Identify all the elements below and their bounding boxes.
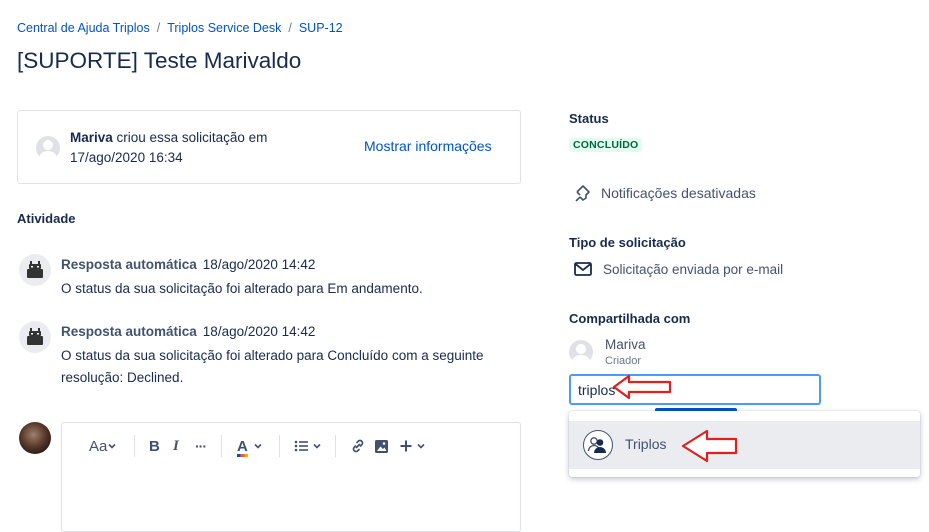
breadcrumb-help-center[interactable]: Central de Ajuda Triplos [17,21,150,35]
share-search-input[interactable] [569,374,821,405]
comment-editor[interactable]: Aa B I ··· A [61,422,521,532]
chevron-down-icon [254,443,262,449]
chevron-down-icon [313,443,321,449]
page-title: [SUPORTE] Teste Marivaldo [17,48,302,73]
creator-text: Mariva criou essa solicitação em 17/ago/… [70,128,300,168]
bot-icon [27,328,43,345]
notifications-label: Notificações desativadas [601,185,756,201]
chevron-down-icon [417,443,425,449]
activity-title: Atividade [17,211,76,226]
request-info-card: Mariva criou essa solicitação em 17/ago/… [17,110,521,184]
share-suggestions-dropdown: Triplos [569,411,920,477]
suggestion-label: Triplos [625,436,667,452]
activity-message: O status da sua solicitação foi alterado… [61,281,423,296]
link-button[interactable] [350,435,366,457]
activity-time: 18/ago/2020 14:42 [202,324,316,339]
text-style-button[interactable]: Aa [89,435,117,457]
activity-avatar [19,321,51,353]
shared-user-name: Mariva [605,337,646,352]
notifications-toggle[interactable]: Notificações desativadas [574,184,756,202]
user-avatar[interactable] [19,422,51,454]
shared-with-title: Compartilhada com [569,311,691,326]
status-title: Status [569,111,609,126]
activity-author: Resposta automática [61,324,197,339]
activity-time: 18/ago/2020 14:42 [202,257,316,272]
activity-author: Resposta automática [61,257,197,272]
annotation-arrow-icon [681,429,738,463]
activity-entry-header: Resposta automática 18/ago/2020 14:42 [61,324,315,339]
request-type-row: Solicitação enviada por e-mail [574,262,783,277]
created-date: 17/ago/2020 16:34 [70,150,183,165]
shared-user-avatar [569,340,593,364]
more-formatting-button[interactable]: ··· [195,435,207,457]
created-text: criou essa solicitação em [116,130,268,145]
italic-button[interactable]: I [173,435,179,457]
request-type-value: Solicitação enviada por e-mail [603,262,784,277]
email-icon [574,262,592,276]
list-button[interactable] [294,435,323,457]
insert-button[interactable] [399,435,427,457]
annotation-arrow-icon [612,374,672,400]
bot-icon [27,261,43,278]
suggestion-option-triplos[interactable]: Triplos [569,421,920,469]
notification-off-icon [575,185,590,202]
image-button[interactable] [374,435,389,457]
show-info-link[interactable]: Mostrar informações [364,138,492,154]
activity-avatar [19,254,51,286]
activity-message: O status da sua solicitação foi alterado… [61,348,484,385]
plus-icon [400,440,412,452]
breadcrumb: Central de Ajuda Triplos / Triplos Service… [17,21,343,35]
text-color-button[interactable]: A [237,435,264,457]
list-icon [294,440,308,452]
shared-user-role: Criador [605,355,642,367]
bold-button[interactable]: B [149,435,160,457]
chevron-down-icon [108,443,116,449]
status-badge: CONCLUÍDO [569,138,643,152]
request-type-title: Tipo de solicitação [569,235,686,250]
image-icon [375,439,388,453]
breadcrumb-issue-key[interactable]: SUP-12 [299,21,343,35]
breadcrumb-service-desk[interactable]: Triplos Service Desk [167,21,281,35]
creator-avatar [36,136,60,160]
link-icon [352,439,364,453]
group-icon [583,430,613,460]
creator-name: Mariva [70,130,113,145]
activity-entry-header: Resposta automática 18/ago/2020 14:42 [61,257,315,272]
